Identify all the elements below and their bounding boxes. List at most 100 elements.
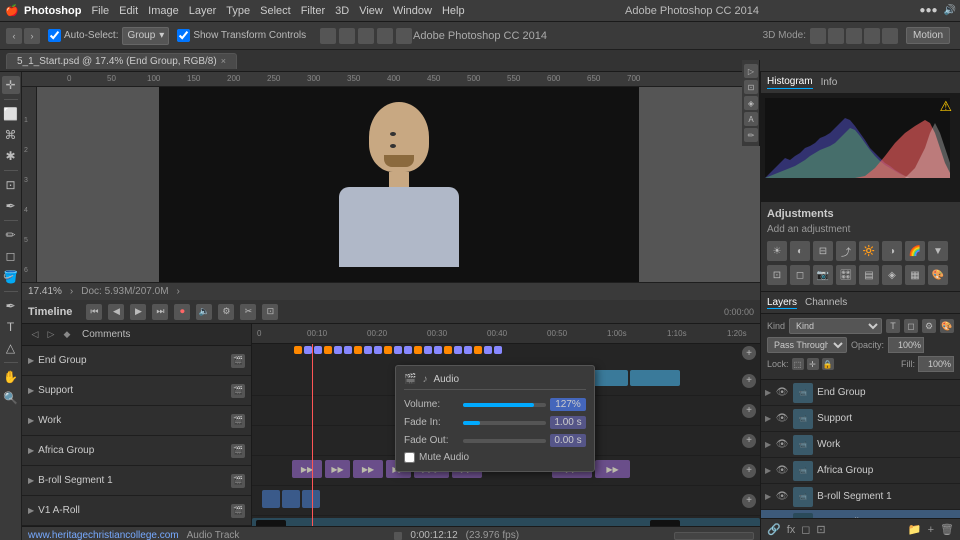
track-arrow-work[interactable]: ▶ bbox=[28, 416, 34, 425]
layer-eye-africa-group[interactable]: 👁 bbox=[775, 464, 789, 478]
layer-eye-work[interactable]: 👁 bbox=[775, 438, 789, 452]
comments-prev[interactable]: ◁ bbox=[28, 328, 42, 342]
tool-icon-1[interactable] bbox=[320, 28, 336, 44]
lb-adjust[interactable]: ⊡ bbox=[816, 523, 825, 536]
adj-posterize[interactable]: ▤ bbox=[859, 265, 879, 285]
adj-brightness[interactable]: ☀ bbox=[767, 241, 787, 261]
v1aroll-clip[interactable]: 👤 OnCamera copy 👤 OnCamera copy... bbox=[252, 518, 760, 526]
lock-position[interactable]: ✛ bbox=[807, 358, 819, 370]
add-btn-support[interactable]: + bbox=[742, 404, 756, 418]
tool-move[interactable]: ✛ bbox=[2, 76, 20, 94]
nav-forward[interactable]: › bbox=[24, 28, 40, 44]
layer-arrow-africa-group[interactable]: ▶ bbox=[765, 466, 771, 475]
tl-transitions[interactable]: ⊡ bbox=[262, 304, 278, 320]
add-btn-broll[interactable]: + bbox=[742, 494, 756, 508]
tl-mute[interactable]: 🔈 bbox=[196, 304, 212, 320]
tool-fill[interactable]: 🪣 bbox=[2, 268, 20, 286]
lb-folder[interactable]: 📁 bbox=[908, 523, 922, 536]
layer-item-broll[interactable]: ▶ 👁 📹 B-roll Segment 1 bbox=[761, 484, 960, 510]
layer-arrow-end-group[interactable]: ▶ bbox=[765, 388, 771, 397]
adj-mix[interactable]: 🎛 bbox=[836, 265, 856, 285]
tool-magic-wand[interactable]: ✱ bbox=[2, 147, 20, 165]
hist-tab-histogram[interactable]: Histogram bbox=[767, 76, 813, 89]
tool-hand[interactable]: ✋ bbox=[2, 368, 20, 386]
fade-out-slider[interactable] bbox=[463, 439, 546, 443]
kind-icon-4[interactable]: 🎨 bbox=[940, 319, 954, 333]
track-header-broll[interactable]: ▶ B-roll Segment 1 🎬 bbox=[22, 466, 251, 496]
menu-layer[interactable]: Layer bbox=[189, 5, 217, 17]
tool-icon-3[interactable] bbox=[358, 28, 374, 44]
layer-eye-end-group[interactable]: 👁 bbox=[775, 386, 789, 400]
layer-item-support[interactable]: ▶ 👁 📹 Support bbox=[761, 406, 960, 432]
add-btn-africa[interactable]: + bbox=[742, 464, 756, 478]
3d-icon-5[interactable] bbox=[882, 28, 898, 44]
tool-crop[interactable]: ⊡ bbox=[2, 176, 20, 194]
adj-gradient[interactable]: ▦ bbox=[905, 265, 925, 285]
layers-tab-channels[interactable]: Channels bbox=[805, 297, 847, 308]
3d-icon-2[interactable] bbox=[828, 28, 844, 44]
mute-checkbox[interactable] bbox=[404, 452, 415, 463]
track-arrow-end-group[interactable]: ▶ bbox=[28, 356, 34, 365]
layer-item-africa-group[interactable]: ▶ 👁 📹 Africa Group bbox=[761, 458, 960, 484]
hist-tab-info[interactable]: Info bbox=[821, 77, 838, 89]
autoselect-checkbox[interactable] bbox=[48, 29, 61, 42]
playhead[interactable] bbox=[312, 344, 313, 526]
adj-levels[interactable]: ⊟ bbox=[813, 241, 833, 261]
comments-next[interactable]: ▷ bbox=[44, 328, 58, 342]
timeline-scroll[interactable] bbox=[674, 532, 754, 540]
tl-play[interactable]: ▶ bbox=[130, 304, 146, 320]
track-header-work[interactable]: ▶ Work 🎬 bbox=[22, 406, 251, 436]
adj-hue[interactable]: 🌈 bbox=[905, 241, 925, 261]
menu-type[interactable]: Type bbox=[226, 5, 250, 17]
menu-filter[interactable]: Filter bbox=[301, 5, 325, 17]
clip-purple-3[interactable]: ▶▶ bbox=[353, 460, 383, 478]
adj-curves[interactable]: ⤴ bbox=[836, 241, 856, 261]
side-tool-2[interactable]: ⊡ bbox=[744, 80, 758, 94]
adj-down[interactable]: ▼ bbox=[928, 241, 948, 261]
adj-thresh[interactable]: ◈ bbox=[882, 265, 902, 285]
tool-icon-5[interactable] bbox=[396, 28, 412, 44]
clip-purple-1[interactable]: ▶▶ bbox=[292, 460, 322, 478]
lock-pixels[interactable]: ⬚ bbox=[792, 358, 804, 370]
3d-icon-4[interactable] bbox=[864, 28, 880, 44]
layer-arrow-broll[interactable]: ▶ bbox=[765, 492, 771, 501]
menu-view[interactable]: View bbox=[359, 5, 383, 17]
track-header-end-group[interactable]: ▶ End Group 🎬 bbox=[22, 346, 251, 376]
ptab-music[interactable]: ♪ bbox=[422, 374, 427, 385]
ptab-video[interactable]: 🎬 bbox=[404, 374, 416, 385]
nav-back[interactable]: ‹ bbox=[6, 28, 22, 44]
3d-icon-3[interactable] bbox=[846, 28, 862, 44]
kind-icon-1[interactable]: T bbox=[886, 319, 900, 333]
lb-mask[interactable]: ◻ bbox=[801, 523, 810, 536]
broll-clip-2[interactable] bbox=[282, 490, 300, 508]
adj-vibrance[interactable]: ◑ bbox=[882, 241, 902, 261]
menu-image[interactable]: Image bbox=[148, 5, 179, 17]
track-arrow-support[interactable]: ▶ bbox=[28, 386, 34, 395]
document-tab[interactable]: 5_1_Start.psd @ 17.4% (End Group, RGB/8)… bbox=[6, 53, 237, 69]
autoselect-dropdown[interactable]: Group ▾ bbox=[122, 27, 169, 45]
track-arrow-africa-group[interactable]: ▶ bbox=[28, 446, 34, 455]
motion-dropdown[interactable]: Motion bbox=[906, 27, 950, 44]
track-header-support[interactable]: ▶ Support 🎬 bbox=[22, 376, 251, 406]
track-header-africa-group[interactable]: ▶ Africa Group 🎬 bbox=[22, 436, 251, 466]
track-header-v1aroll[interactable]: ▶ V1 A-Roll 🎬 bbox=[22, 496, 251, 526]
tl-split[interactable]: ✂ bbox=[240, 304, 256, 320]
menu-window[interactable]: Window bbox=[393, 5, 432, 17]
tab-close[interactable]: × bbox=[221, 56, 226, 66]
lb-fx[interactable]: fx bbox=[787, 524, 796, 536]
menu-edit[interactable]: Edit bbox=[119, 5, 138, 17]
canvas[interactable] bbox=[37, 87, 760, 282]
tool-pen[interactable]: ✒ bbox=[2, 297, 20, 315]
layer-arrow-support[interactable]: ▶ bbox=[765, 414, 771, 423]
menu-select[interactable]: Select bbox=[260, 5, 291, 17]
tool-marquee[interactable]: ⬜ bbox=[2, 105, 20, 123]
tool-shape[interactable]: △ bbox=[2, 339, 20, 357]
add-btn-end-group[interactable]: + bbox=[742, 374, 756, 388]
blend-mode-select[interactable]: Pass Through bbox=[767, 337, 847, 353]
add-track-btn[interactable]: + bbox=[742, 346, 756, 360]
menu-file[interactable]: File bbox=[91, 5, 109, 17]
adj-colorbal[interactable]: ⊡ bbox=[767, 265, 787, 285]
layer-item-end-group[interactable]: ▶ 👁 📹 End Group bbox=[761, 380, 960, 406]
kind-icon-2[interactable]: ◻ bbox=[904, 319, 918, 333]
tl-prev[interactable]: ◀ bbox=[108, 304, 124, 320]
